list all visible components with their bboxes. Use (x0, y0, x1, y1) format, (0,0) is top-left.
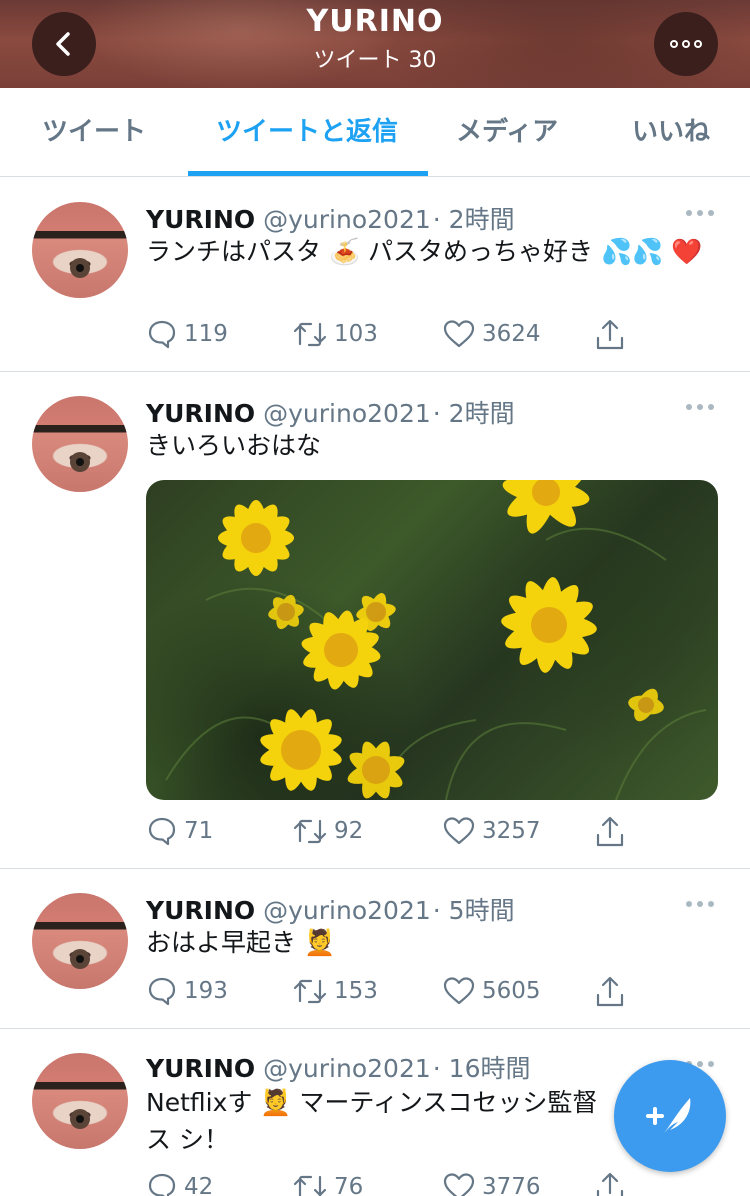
tweet-menu-icon[interactable] (686, 210, 714, 216)
avatar[interactable] (32, 396, 128, 492)
compose-tweet-button[interactable] (614, 1060, 726, 1172)
tweet[interactable]: YURINO @yurino2021· 2時間 きいろいおはな 71 92 32… (0, 372, 750, 869)
user-name[interactable]: YURINO (146, 205, 255, 234)
heart-icon (443, 320, 475, 348)
flower (218, 480, 664, 799)
like-button[interactable]: 5605 (442, 975, 541, 1007)
share-icon (596, 976, 624, 1007)
profile-tabs: ツイート ツイートと返信 メディア いいね (0, 88, 750, 177)
retweet-count: 76 (334, 1174, 364, 1196)
profile-name-title: YURINO (306, 4, 444, 39)
retweet-icon (293, 1175, 327, 1196)
avatar[interactable] (32, 1053, 128, 1149)
tweet-time: · 2時間 (432, 205, 515, 234)
compose-tweet-icon (646, 1098, 691, 1136)
reply-button[interactable]: 42 (146, 1171, 213, 1196)
more-icon (670, 40, 702, 48)
like-count: 3257 (482, 818, 541, 844)
share-button[interactable] (594, 975, 626, 1009)
reply-button[interactable]: 71 (146, 815, 213, 847)
heart-icon (443, 1173, 475, 1196)
user-name[interactable]: YURINO (146, 1054, 255, 1083)
user-handle: @yurino2021 (263, 205, 431, 234)
share-icon (596, 816, 624, 847)
avatar[interactable] (32, 202, 128, 298)
retweet-button[interactable]: 92 (292, 815, 363, 847)
share-icon (596, 319, 624, 350)
like-button[interactable]: 3257 (442, 815, 541, 847)
tweet-time: · 16時間 (432, 1054, 531, 1083)
profile-header: YURINO ツイート 30 (0, 0, 750, 88)
reply-icon (148, 977, 176, 1006)
avatar[interactable] (32, 893, 128, 989)
tab-tweets-and-replies[interactable]: ツイートと返信 (216, 88, 398, 177)
tweet-header: YURINO @yurino2021· 2時間 (146, 394, 515, 430)
active-tab-indicator (188, 171, 428, 176)
user-name[interactable]: YURINO (146, 896, 255, 925)
retweet-count: 103 (334, 321, 378, 347)
retweet-button[interactable]: 103 (292, 318, 378, 350)
tweet-time: · 2時間 (432, 399, 515, 428)
tweet-text: ランチはパスタ 🍝 パスタめっちゃ好き 💦💦 ❤️ (146, 237, 703, 266)
tweet-header: YURINO @yurino2021· 5時間 (146, 891, 515, 927)
retweet-button[interactable]: 153 (292, 975, 378, 1007)
like-button[interactable]: 3624 (442, 318, 541, 350)
tweet-header: YURINO @yurino2021· 2時間 (146, 200, 515, 236)
tweet-time: · 5時間 (432, 896, 515, 925)
user-name[interactable]: YURINO (146, 399, 255, 428)
user-handle: @yurino2021 (263, 896, 431, 925)
reply-count: 71 (184, 818, 214, 844)
reply-icon (148, 817, 176, 846)
share-icon (596, 1172, 624, 1196)
tweet-text: きいろいおはな (146, 431, 322, 460)
retweet-icon (293, 322, 327, 347)
like-button[interactable]: 3776 (442, 1171, 541, 1196)
retweet-button[interactable]: 76 (292, 1171, 363, 1196)
tweet-text: Netflixす 💆 マーティンスコセッシ監督ス シ！ (146, 1088, 598, 1154)
more-button[interactable] (654, 12, 718, 76)
share-button[interactable] (594, 318, 626, 352)
tab-media[interactable]: メディア (456, 88, 558, 177)
share-button[interactable] (594, 815, 626, 849)
heart-icon (443, 817, 475, 845)
tweet[interactable]: YURINO @yurino2021· 5時間 おはよ早起き 💆 193 153 … (0, 869, 750, 1029)
share-button[interactable] (594, 1171, 626, 1196)
reply-icon (148, 320, 176, 349)
reply-count: 42 (184, 1174, 214, 1196)
retweet-icon (293, 979, 327, 1004)
user-handle: @yurino2021 (263, 399, 431, 428)
like-count: 5605 (482, 978, 541, 1004)
tweet-count: ツイート 30 (313, 48, 437, 73)
reply-button[interactable]: 193 (146, 975, 228, 1007)
tweet-header: YURINO @yurino2021· 16時間 (146, 1049, 531, 1085)
retweet-icon (293, 819, 327, 844)
user-handle: @yurino2021 (263, 1054, 431, 1083)
heart-icon (443, 977, 475, 1005)
retweet-count: 153 (334, 978, 378, 1004)
tweet-menu-icon[interactable] (686, 404, 714, 410)
reply-count: 193 (184, 978, 228, 1004)
tweet-photo[interactable] (146, 480, 718, 800)
reply-button[interactable]: 119 (146, 318, 228, 350)
reply-icon (148, 1173, 176, 1196)
like-count: 3624 (482, 321, 541, 347)
tab-likes[interactable]: いいね (632, 88, 710, 177)
yellow-flowers-image (165, 480, 707, 800)
tab-tweets[interactable]: ツイート (42, 88, 146, 177)
tweet[interactable]: YURINO @yurino2021· 2時間 ランチはパスタ 🍝 パスタめっちゃ… (0, 178, 750, 372)
like-count: 3776 (482, 1174, 541, 1196)
reply-count: 119 (184, 321, 228, 347)
retweet-count: 92 (334, 818, 364, 844)
tweet-text: おはよ早起き 💆 (146, 928, 336, 957)
tweet-menu-icon[interactable] (686, 901, 714, 907)
